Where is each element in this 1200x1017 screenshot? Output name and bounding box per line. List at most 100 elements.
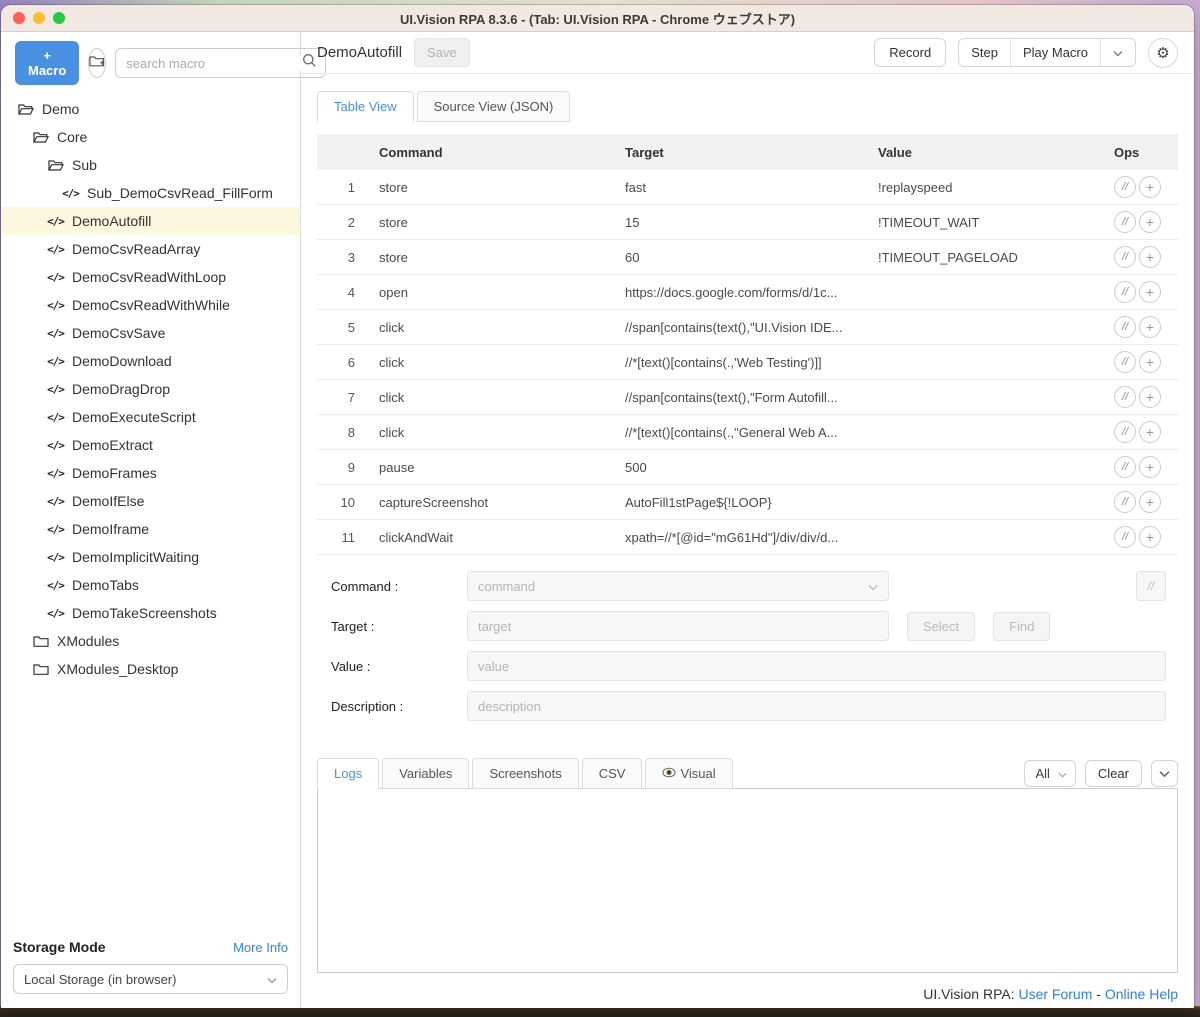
row-command: click — [363, 355, 609, 370]
tab-visual[interactable]: Visual — [645, 758, 732, 789]
play-macro-button[interactable]: Play Macro — [1010, 39, 1100, 66]
find-button[interactable]: Find — [993, 612, 1050, 641]
minimize-window-button[interactable] — [33, 12, 45, 24]
tree-item-DemoTabs[interactable]: </>DemoTabs — [1, 571, 300, 599]
add-row-button[interactable]: + — [1139, 211, 1161, 233]
table-row[interactable]: 4openhttps://docs.google.com/forms/d/1c.… — [317, 275, 1178, 310]
add-row-button[interactable]: + — [1139, 281, 1161, 303]
storage-mode-select[interactable]: Local Storage (in browser) — [13, 964, 288, 994]
row-value: !replayspeed — [862, 180, 1102, 195]
table-row[interactable]: 8click//*[text()[contains(.,"General Web… — [317, 415, 1178, 450]
tree-item-DemoImplicitWaiting[interactable]: </>DemoImplicitWaiting — [1, 543, 300, 571]
table-row[interactable]: 1storefast!replayspeed//+ — [317, 170, 1178, 205]
tab-csv[interactable]: CSV — [582, 758, 643, 789]
tree-item-DemoExecuteScript[interactable]: </>DemoExecuteScript — [1, 403, 300, 431]
collapse-logs-button[interactable] — [1151, 760, 1178, 787]
user-forum-link[interactable]: User Forum — [1018, 986, 1092, 1002]
comment-toggle-button[interactable]: // — [1136, 571, 1166, 601]
comment-row-button[interactable]: // — [1114, 386, 1136, 408]
tree-item-DemoCsvSave[interactable]: </>DemoCsvSave — [1, 319, 300, 347]
target-input[interactable]: target — [467, 611, 889, 641]
add-row-button[interactable]: + — [1139, 526, 1161, 548]
add-row-button[interactable]: + — [1139, 246, 1161, 268]
table-header: Command Target Value Ops — [317, 134, 1178, 170]
add-row-button[interactable]: + — [1139, 316, 1161, 338]
row-target: //*[text()[contains(.,'Web Testing')]] — [609, 355, 862, 370]
table-row[interactable]: 7click//span[contains(text(),"Form Autof… — [317, 380, 1178, 415]
more-info-link[interactable]: More Info — [233, 940, 288, 955]
comment-row-button[interactable]: // — [1114, 211, 1136, 233]
row-command: pause — [363, 460, 609, 475]
tree-item-DemoFrames[interactable]: </>DemoFrames — [1, 459, 300, 487]
tree-item-DemoCsvReadWithLoop[interactable]: </>DemoCsvReadWithLoop — [1, 263, 300, 291]
zoom-window-button[interactable] — [53, 12, 65, 24]
tab-table-view[interactable]: Table View — [317, 91, 414, 122]
tree-item-DemoDragDrop[interactable]: </>DemoDragDrop — [1, 375, 300, 403]
tree-item-DemoDownload[interactable]: </>DemoDownload — [1, 347, 300, 375]
tab-screenshots[interactable]: Screenshots — [472, 758, 578, 789]
code-icon: </> — [47, 355, 64, 368]
comment-row-button[interactable]: // — [1114, 421, 1136, 443]
close-window-button[interactable] — [13, 12, 25, 24]
tree-item-label: DemoIframe — [72, 521, 149, 537]
folder-icon — [32, 635, 49, 648]
select-button[interactable]: Select — [907, 612, 975, 641]
tree-item-XModules_Desktop[interactable]: XModules_Desktop — [1, 655, 300, 683]
save-button[interactable]: Save — [414, 38, 470, 67]
table-row[interactable]: 11clickAndWaitxpath=//*[@id="mG61Hd"]/di… — [317, 520, 1178, 555]
play-options-dropdown[interactable] — [1100, 39, 1135, 66]
comment-row-button[interactable]: // — [1114, 246, 1136, 268]
online-help-link[interactable]: Online Help — [1105, 986, 1178, 1002]
tree-item-XModules[interactable]: XModules — [1, 627, 300, 655]
comment-row-button[interactable]: // — [1114, 176, 1136, 198]
search-input[interactable] — [126, 56, 302, 71]
tree-item-DemoCsvReadWithWhile[interactable]: </>DemoCsvReadWithWhile — [1, 291, 300, 319]
comment-row-button[interactable]: // — [1114, 456, 1136, 478]
table-row[interactable]: 6click//*[text()[contains(.,'Web Testing… — [317, 345, 1178, 380]
step-button[interactable]: Step — [959, 39, 1010, 66]
value-input[interactable]: value — [467, 651, 1166, 681]
add-row-button[interactable]: + — [1139, 351, 1161, 373]
new-folder-button[interactable] — [88, 48, 106, 78]
table-row[interactable]: 2store15!TIMEOUT_WAIT//+ — [317, 205, 1178, 240]
new-macro-button[interactable]: + Macro — [15, 41, 79, 85]
row-target: https://docs.google.com/forms/d/1c... — [609, 285, 862, 300]
clear-logs-button[interactable]: Clear — [1085, 760, 1142, 787]
table-row[interactable]: 9pause500//+ — [317, 450, 1178, 485]
table-row[interactable]: 3store60!TIMEOUT_PAGELOAD//+ — [317, 240, 1178, 275]
comment-row-button[interactable]: // — [1114, 526, 1136, 548]
table-row[interactable]: 10captureScreenshotAutoFill1stPage${!LOO… — [317, 485, 1178, 520]
tree-item-DemoTakeScreenshots[interactable]: </>DemoTakeScreenshots — [1, 599, 300, 627]
tree-item-Core[interactable]: Core — [1, 123, 300, 151]
command-select[interactable]: command — [467, 571, 889, 601]
log-filter-select[interactable]: All — [1024, 760, 1075, 787]
tree-item-DemoAutofill[interactable]: </>DemoAutofill — [1, 207, 300, 235]
tab-variables[interactable]: Variables — [382, 758, 469, 789]
table-row[interactable]: 5click//span[contains(text(),"UI.Vision … — [317, 310, 1178, 345]
tree-item-DemoCsvReadArray[interactable]: </>DemoCsvReadArray — [1, 235, 300, 263]
record-button[interactable]: Record — [874, 38, 946, 67]
comment-row-button[interactable]: // — [1114, 351, 1136, 373]
comment-row-button[interactable]: // — [1114, 281, 1136, 303]
tree-item-DemoExtract[interactable]: </>DemoExtract — [1, 431, 300, 459]
add-row-button[interactable]: + — [1139, 386, 1161, 408]
tab-logs[interactable]: Logs — [317, 758, 379, 789]
add-row-button[interactable]: + — [1139, 176, 1161, 198]
tree-item-Sub[interactable]: Sub — [1, 151, 300, 179]
code-icon: </> — [47, 467, 64, 480]
row-target: //span[contains(text(),"Form Autofill... — [609, 390, 862, 405]
add-row-button[interactable]: + — [1139, 491, 1161, 513]
description-input[interactable]: description — [467, 691, 1166, 721]
tree-item-DemoIfElse[interactable]: </>DemoIfElse — [1, 487, 300, 515]
storage-mode-title: Storage Mode — [13, 939, 106, 955]
comment-row-button[interactable]: // — [1114, 316, 1136, 338]
tree-item-Sub_DemoCsvRead_FillForm[interactable]: </>Sub_DemoCsvRead_FillForm — [1, 179, 300, 207]
storage-mode-value: Local Storage (in browser) — [24, 972, 176, 987]
tree-item-DemoIframe[interactable]: </>DemoIframe — [1, 515, 300, 543]
tree-item-Demo[interactable]: Demo — [1, 95, 300, 123]
settings-button[interactable]: ⚙ — [1148, 38, 1178, 68]
tab-source-view[interactable]: Source View (JSON) — [417, 91, 571, 122]
add-row-button[interactable]: + — [1139, 421, 1161, 443]
add-row-button[interactable]: + — [1139, 456, 1161, 478]
comment-row-button[interactable]: // — [1114, 491, 1136, 513]
